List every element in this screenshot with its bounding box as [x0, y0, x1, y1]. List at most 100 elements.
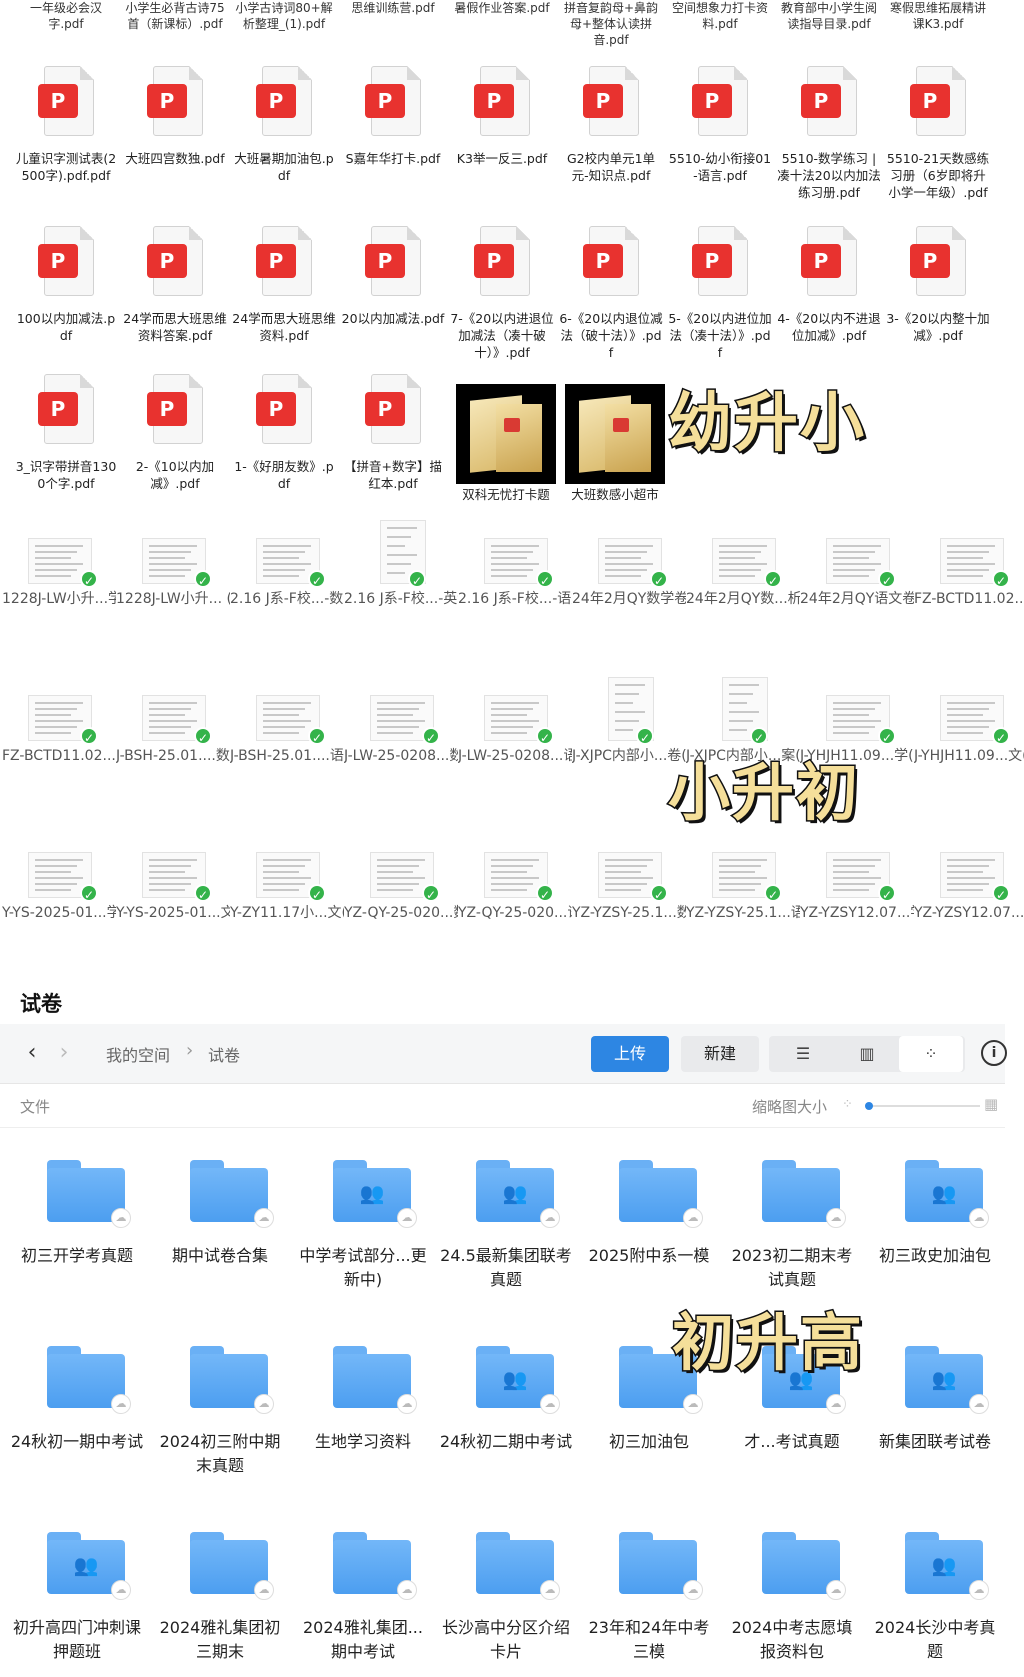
file-name-label: 3_识字带拼音1300个字.pdf: [15, 459, 117, 491]
list-view-icon[interactable]: ☰: [771, 1036, 835, 1072]
text-line: [263, 732, 299, 734]
file-name-label: 教育部中小学生阅读指导目录.pdf: [780, 1, 877, 31]
text-line: [377, 720, 425, 722]
text-line: [947, 708, 989, 710]
text-line: [491, 720, 539, 722]
page-fold: [80, 374, 94, 388]
text-line: [833, 575, 869, 577]
text-line: [719, 563, 767, 565]
pdf-badge: P: [147, 84, 187, 118]
text-line: [35, 871, 71, 873]
text-line: [263, 569, 305, 571]
text-line: [615, 720, 639, 722]
pdf-file-icon: P: [692, 66, 748, 138]
cloud-icon: ☁: [826, 1208, 846, 1228]
cloud-icon: ☁: [969, 1394, 989, 1414]
cloud-icon: ☁: [397, 1208, 417, 1228]
page-fold: [189, 226, 203, 240]
page-fold: [407, 226, 421, 240]
text-line: [149, 708, 191, 710]
cloud-icon: ☁: [397, 1394, 417, 1414]
file-name-label: 小学古诗词80+解析整理_(1).pdf: [235, 1, 333, 31]
cloud-icon: ☁: [969, 1208, 989, 1228]
folder-photo-thumbnail: [565, 384, 665, 484]
slider-handle[interactable]: [865, 1102, 873, 1110]
text-line: [377, 702, 425, 704]
text-line: [719, 889, 755, 891]
pdf-file-icon: P: [801, 226, 857, 298]
file-name-label: 【拼音+数字】描红本.pdf: [344, 459, 442, 491]
pdf-file-icon: P: [256, 374, 312, 446]
pdf-badge: P: [147, 392, 187, 426]
page-fold: [734, 226, 748, 240]
text-line: [263, 702, 311, 704]
text-line: [615, 693, 639, 695]
page-fold: [625, 226, 639, 240]
file-name-label: 20以内加减法.pdf: [341, 311, 445, 326]
info-icon[interactable]: i: [981, 1040, 1007, 1066]
pdf-badge: P: [910, 84, 950, 118]
text-line: [947, 720, 995, 722]
folder-name-label: 2024雅礼集团初三期末: [159, 1618, 281, 1661]
file-name-label: J-LW-25-0208...数学.pdf: [344, 748, 458, 764]
pdf-badge: P: [38, 84, 78, 118]
text-line: [35, 859, 83, 861]
text-line: [149, 889, 185, 891]
grid-view-icon[interactable]: ⁘: [899, 1036, 963, 1072]
text-line: [605, 557, 641, 559]
text-line: [833, 732, 869, 734]
file-name-label: 思维训练营.pdf: [351, 1, 435, 15]
check-icon: ✓: [536, 884, 554, 902]
text-line: [377, 732, 413, 734]
breadcrumb-root[interactable]: 我的空间: [106, 1042, 170, 1066]
text-line: [833, 557, 869, 559]
file-name-label: 24学而思大班思维资料答案.pdf: [123, 311, 227, 343]
pdf-badge: P: [365, 244, 405, 278]
page-fold: [843, 66, 857, 80]
text-line: [263, 865, 305, 867]
shared-folder-icon: 👥 ☁: [333, 1160, 417, 1228]
text-line: [833, 859, 881, 861]
people-icon: 👥: [359, 1181, 385, 1205]
text-line: [149, 557, 185, 559]
folder-name-label: 24秋初二期中考试: [439, 1432, 573, 1451]
text-line: [947, 551, 989, 553]
file-name-label: YZ-YZSY-25.1...语文.pdf: [686, 905, 800, 921]
file-name-label: 大班四宫数独.pdf: [125, 151, 225, 166]
thumbnail-size-slider[interactable]: [865, 1102, 980, 1110]
file-name-label: 拼音复韵母+鼻韵母+整体认读拼音.pdf: [563, 1, 659, 47]
text-line: [833, 889, 869, 891]
text-line: [149, 702, 197, 704]
pdf-file-icon: P: [801, 66, 857, 138]
file-name-label: Y-YS-2025-01...学卷.pdf: [2, 905, 116, 921]
check-icon: ✓: [422, 727, 440, 745]
text-line: [615, 684, 645, 686]
text-line: [263, 551, 305, 553]
folder-icon: ☁: [333, 1346, 417, 1414]
pdf-file-icon: P: [365, 66, 421, 138]
file-name-label: Y-ZY11.17小...文(2).pdf: [230, 905, 344, 921]
new-button[interactable]: 新建: [681, 1036, 759, 1072]
large-grid-icon: ▦: [984, 1095, 999, 1113]
column-view-icon[interactable]: ▥: [835, 1036, 899, 1072]
forward-button[interactable]: ›: [52, 1040, 76, 1066]
pdf-file-icon: P: [147, 374, 203, 446]
file-name-label: J-YHJH11.09...文(2).pdf: [914, 748, 1024, 764]
text-line: [387, 527, 417, 529]
text-line: [833, 545, 881, 547]
folder-shape: [605, 404, 651, 472]
text-line: [729, 684, 759, 686]
folder-name-label: 初三政史加油包: [878, 1246, 991, 1265]
text-line: [149, 545, 197, 547]
pdf-file-icon: P: [910, 66, 966, 138]
small-grid-icon: ⁘: [842, 1097, 853, 1112]
file-name-label: K3举一反三.pdf: [456, 151, 548, 166]
upload-button[interactable]: 上传: [591, 1036, 669, 1072]
file-name-label: FZ-BCTD11.02...文(2).pdf: [914, 591, 1024, 607]
text-line: [35, 714, 71, 716]
folder-shape: [496, 404, 542, 472]
people-icon: 👥: [931, 1553, 957, 1577]
text-line: [149, 720, 197, 722]
folder-icon: ☁: [476, 1532, 560, 1600]
back-button[interactable]: ‹: [20, 1040, 44, 1066]
